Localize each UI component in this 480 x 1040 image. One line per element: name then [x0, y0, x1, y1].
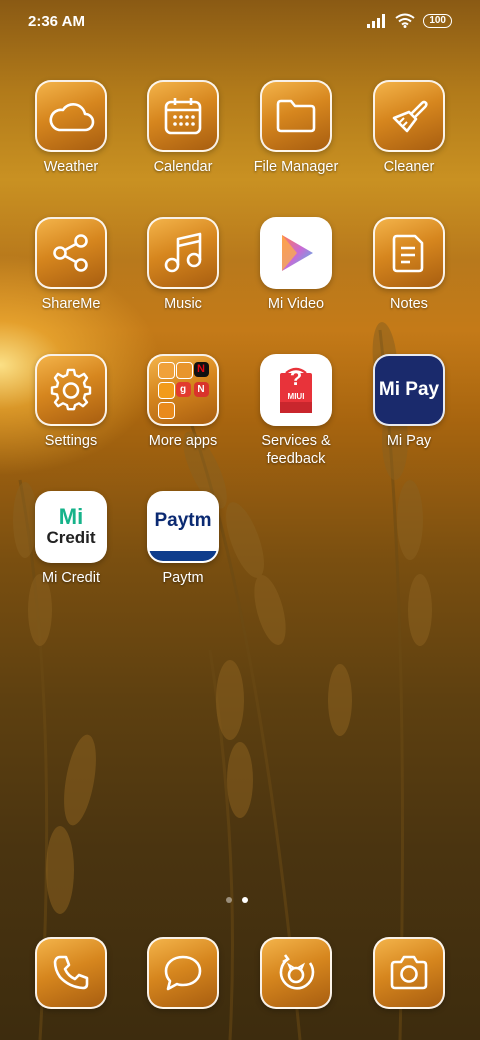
clock: 2:36 AM	[28, 13, 85, 30]
mi-pay-icon[interactable]: Mi Pay	[373, 354, 445, 426]
app-label: Settings	[44, 433, 98, 449]
app-music[interactable]: Music	[128, 217, 238, 313]
app-label: Services & feedback	[241, 432, 351, 468]
dock-phone[interactable]	[16, 937, 126, 1009]
app-mi-credit[interactable]: Mi Credit Mi Credit	[16, 491, 126, 587]
miui-badge: MIUI	[287, 392, 305, 401]
share-icon[interactable]	[35, 217, 107, 289]
paytm-icon[interactable]: Paytm	[147, 491, 219, 563]
app-label-line: Services &	[261, 433, 331, 449]
weather-icon[interactable]	[35, 80, 107, 152]
themes-icon[interactable]	[260, 937, 332, 1009]
mi-credit-icon[interactable]: Mi Credit	[35, 491, 107, 563]
mini-app-icon	[157, 381, 175, 399]
folder-mini-icons: N g N	[157, 361, 209, 419]
status-bar: 2:36 AM 100	[0, 0, 480, 44]
app-shareme[interactable]: ShareMe	[16, 217, 126, 313]
app-label: ShareMe	[41, 296, 101, 312]
wifi-icon	[395, 13, 415, 28]
page-dot-active[interactable]	[242, 897, 248, 903]
music-note-icon[interactable]	[147, 217, 219, 289]
signal-icon	[367, 13, 386, 28]
mi-credit-mark: Mi	[58, 504, 84, 529]
mini-app-icon: g	[175, 381, 191, 397]
app-folder-more-apps[interactable]: N g N More apps	[128, 354, 238, 450]
app-label: Notes	[390, 296, 428, 312]
dock-messages[interactable]	[128, 937, 238, 1009]
battery-icon: 100	[423, 13, 452, 28]
dock-themes[interactable]	[241, 937, 351, 1009]
broom-icon[interactable]	[373, 80, 445, 152]
app-cleaner[interactable]: Cleaner	[354, 80, 464, 176]
status-icons: 100	[367, 13, 452, 28]
netflix-icon: N	[193, 361, 209, 377]
folder-preview[interactable]: N g N	[147, 354, 219, 426]
mini-app-icon	[175, 361, 193, 379]
mini-app-icon: N	[193, 381, 209, 397]
phone-icon[interactable]	[35, 937, 107, 1009]
app-label: Weather	[43, 159, 99, 175]
folder-icon[interactable]	[260, 80, 332, 152]
app-label: Calendar	[153, 159, 213, 175]
app-mi-pay[interactable]: Mi Pay Mi Pay	[354, 354, 464, 450]
app-label: File Manager	[253, 159, 339, 175]
page-dot[interactable]	[226, 897, 232, 903]
app-label: Paytm	[162, 570, 204, 586]
app-mi-video[interactable]: Mi Video	[241, 217, 351, 313]
gear-icon[interactable]	[35, 354, 107, 426]
question-mark-icon: ?	[289, 368, 303, 390]
mini-app-icon	[157, 401, 175, 419]
notes-icon[interactable]	[373, 217, 445, 289]
app-label: Music	[164, 296, 202, 312]
paytm-logo-text: Paytm	[154, 510, 212, 531]
messages-icon[interactable]	[147, 937, 219, 1009]
play-icon[interactable]	[260, 217, 332, 289]
app-calendar[interactable]: Calendar	[128, 80, 238, 176]
app-settings[interactable]: Settings	[16, 354, 126, 450]
mini-app-icon	[157, 361, 175, 379]
mi-credit-word: Credit	[46, 528, 96, 547]
app-services-feedback[interactable]: ? MIUI Services & feedback	[241, 354, 351, 468]
app-weather[interactable]: Weather	[16, 80, 126, 176]
paytm-stripe	[149, 551, 217, 561]
mi-pay-logo-text: Mi Pay	[378, 379, 440, 400]
app-label: Mi Credit	[41, 570, 100, 586]
app-label: Mi Pay	[386, 433, 432, 449]
app-file-manager[interactable]: File Manager	[241, 80, 351, 176]
app-notes[interactable]: Notes	[354, 217, 464, 313]
app-label: Mi Video	[267, 296, 325, 312]
app-label: Cleaner	[383, 159, 435, 175]
app-label-line: feedback	[266, 451, 326, 467]
calendar-icon[interactable]	[147, 80, 219, 152]
camera-icon[interactable]	[373, 937, 445, 1009]
app-label: More apps	[148, 433, 218, 449]
app-paytm[interactable]: Paytm Paytm	[128, 491, 238, 587]
dock-camera[interactable]	[354, 937, 464, 1009]
page-indicator[interactable]	[226, 897, 248, 903]
services-icon-text: ? MIUI	[241, 366, 351, 402]
